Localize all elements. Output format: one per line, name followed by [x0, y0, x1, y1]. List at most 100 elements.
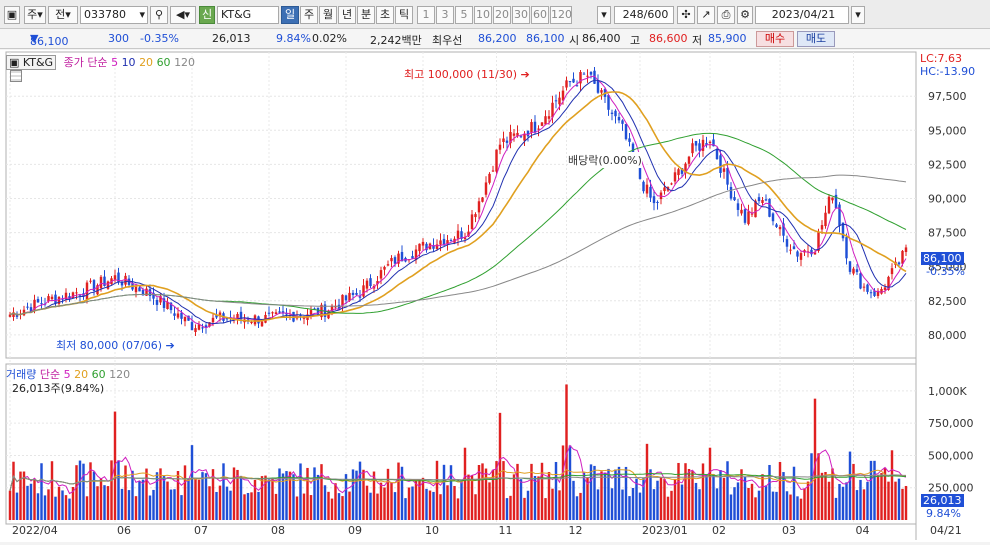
candle-body	[862, 286, 866, 288]
stock-code-input[interactable]: 033780 ▾	[80, 6, 148, 24]
candle-body	[614, 110, 617, 117]
volume-bar	[603, 473, 607, 520]
volume: 26,013	[212, 32, 251, 45]
volume-bar	[481, 463, 484, 520]
layout-icon[interactable]: ▣	[4, 6, 20, 24]
volume-bar	[204, 473, 208, 520]
interval-button-120[interactable]: 120	[550, 6, 572, 24]
volume-bar	[467, 474, 470, 520]
candle-body	[645, 184, 649, 194]
candle-body	[820, 225, 824, 230]
volume-bar	[589, 464, 593, 520]
volume-bar	[572, 480, 575, 520]
volume-bar	[775, 491, 778, 520]
candle-body	[799, 253, 803, 260]
quote-bar: 86,100 ▼ 300 -0.35% 26,013 9.84% 0.02% 2…	[0, 29, 990, 49]
x-tick-label: 07	[194, 524, 208, 537]
candle-body	[390, 257, 393, 262]
candle-body	[736, 203, 740, 210]
credit-badge: 신	[199, 6, 215, 24]
volume-bar	[246, 492, 250, 520]
volume-bar	[537, 476, 540, 520]
volume-bar	[841, 486, 845, 520]
sell-button[interactable]: 매도	[797, 31, 835, 47]
date-field[interactable]: 2023/04/21	[755, 6, 849, 24]
interval-button-3[interactable]: 3	[436, 6, 454, 24]
volume-bar	[533, 475, 537, 520]
volume-bar	[33, 478, 36, 520]
crosshair-icon[interactable]: ✣	[677, 6, 695, 24]
chart-area[interactable]: 97,500 95,000 92,500 90,000 87,500 85,000 82,5…	[0, 50, 990, 542]
volume-bar	[253, 479, 257, 520]
interval-button-20[interactable]: 20	[493, 6, 511, 24]
calendar-dropdown-icon[interactable]: ▾	[851, 6, 865, 24]
period-tab-6[interactable]: 틱	[395, 6, 413, 24]
candle-body	[155, 299, 159, 305]
period-tab-2[interactable]: 월	[319, 6, 337, 24]
volume-bar	[404, 498, 407, 520]
volume-bar	[519, 479, 523, 520]
interval-button-10[interactable]: 10	[474, 6, 492, 24]
trend-tool-icon[interactable]: ↗	[697, 6, 715, 24]
candle-body	[362, 285, 365, 297]
volume-bar	[554, 461, 558, 520]
interval-button-60[interactable]: 60	[531, 6, 549, 24]
ma5-line	[9, 75, 907, 329]
ask-price: 86,200	[478, 32, 517, 45]
type-select[interactable]: 주▾	[24, 6, 46, 24]
period-tab-5[interactable]: 초	[376, 6, 394, 24]
stock-name-field: KT&G	[217, 6, 279, 24]
volume-bar	[313, 467, 316, 520]
period-tab-0[interactable]: 일	[281, 6, 299, 24]
x-tick-label: 09	[348, 524, 362, 537]
count-field[interactable]: 248/600	[614, 6, 674, 24]
buy-button[interactable]: 매수	[756, 31, 794, 47]
toolbar: ▣ 주▾ 전▾ 033780 ▾ ⚲ ◀▾ 신 KT&G ▾ 248/600 ✣ …	[0, 0, 990, 29]
volume-bar	[666, 496, 670, 520]
interval-button-30[interactable]: 30	[512, 6, 530, 24]
search-icon[interactable]: ⚲	[150, 6, 168, 24]
volume-bar	[187, 478, 190, 520]
volume-bar	[407, 487, 411, 520]
period-tab-4[interactable]: 분	[357, 6, 375, 24]
candle-body	[757, 197, 761, 202]
interval-dropdown[interactable]: ▾	[597, 6, 611, 24]
volume-bar	[694, 482, 698, 520]
ma120-label: 120	[174, 56, 196, 69]
price-tag-pct: -0.35%	[926, 265, 965, 278]
volume-bar	[782, 472, 785, 520]
volume-bar	[810, 453, 813, 520]
candle-body	[435, 244, 439, 249]
print-icon[interactable]: ⎙	[717, 6, 735, 24]
volume-bar	[768, 464, 771, 520]
chart-svg[interactable]: 97,50095,00092,50090,00087,50085,00082,5…	[0, 50, 990, 542]
period-tab-1[interactable]: 주	[300, 6, 318, 24]
candle-body	[859, 273, 862, 289]
price-legend: ▣ KT&G 종가 단순 5 10 20 60 120	[6, 54, 195, 70]
market-select[interactable]: 전▾	[48, 6, 78, 24]
ma20-label: 20	[139, 56, 154, 69]
candle-body	[278, 311, 281, 313]
volume-bar	[225, 486, 229, 520]
volume-bar	[512, 474, 516, 520]
candle-body	[901, 250, 904, 264]
volume-bar	[397, 462, 400, 520]
candle-body	[260, 321, 264, 327]
sound-icon[interactable]: ◀▾	[170, 6, 196, 24]
period-tab-3[interactable]: 년	[338, 6, 356, 24]
volume-current: 26,013주(9.84%)	[12, 382, 105, 395]
gear-icon[interactable]: ⚙	[737, 6, 753, 24]
volume-bar	[386, 468, 390, 520]
volume-bar	[803, 488, 806, 520]
interval-button-1[interactable]: 1	[417, 6, 435, 24]
candle-body	[99, 276, 103, 289]
grid-toggle-icon[interactable]	[10, 70, 22, 82]
vol-ma120-line	[9, 474, 907, 491]
volume-bar	[439, 494, 442, 520]
candle-body	[568, 81, 572, 83]
interval-button-5[interactable]: 5	[455, 6, 473, 24]
high-annotation: 최고 100,000 (11/30) ➔	[404, 68, 530, 81]
bid-price: 86,100	[526, 32, 565, 45]
volume-bar	[509, 495, 512, 520]
price-tick-label: 80,000	[928, 329, 967, 342]
